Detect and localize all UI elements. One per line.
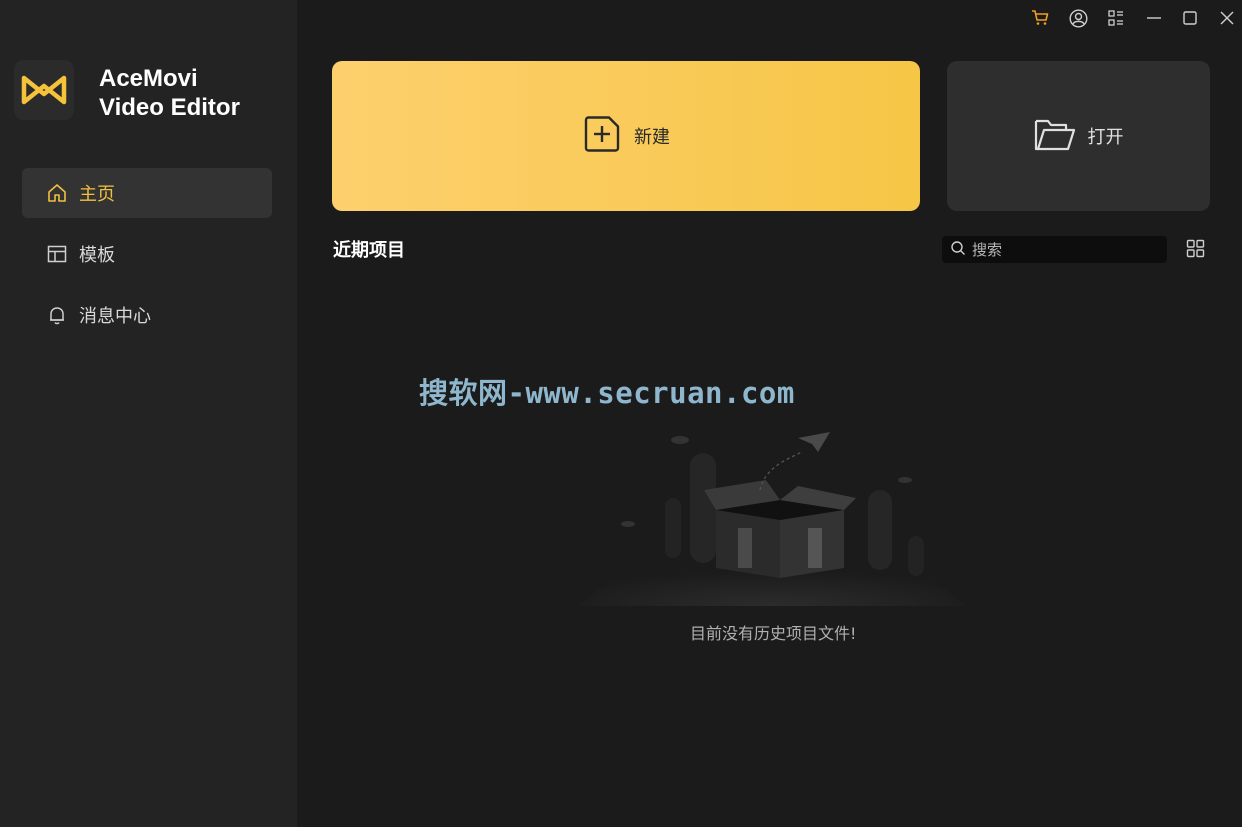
logo-icon: [21, 75, 67, 105]
sidebar: AceMovi Video Editor 主页 模板 消息中心: [0, 0, 297, 827]
watermark: 搜软网-www.secruan.com: [419, 376, 795, 410]
home-icon: [46, 182, 68, 204]
folder-icon: [1034, 116, 1076, 156]
cart-button[interactable]: [1029, 7, 1051, 29]
open-project-button[interactable]: 打开: [947, 61, 1210, 211]
app-title-line1: AceMovi: [99, 65, 198, 92]
close-icon: [1220, 11, 1234, 25]
minimize-button[interactable]: [1143, 7, 1165, 29]
new-file-icon: [582, 114, 622, 158]
apps-icon: [1108, 10, 1123, 26]
grid-view-icon: [1186, 239, 1204, 257]
sidebar-item-label: 模板: [79, 245, 115, 266]
account-button[interactable]: [1067, 7, 1089, 29]
maximize-button[interactable]: [1179, 7, 1201, 29]
template-icon: [46, 243, 68, 265]
sidebar-item-messages[interactable]: 消息中心: [22, 290, 272, 340]
minimize-icon: [1147, 17, 1161, 19]
close-button[interactable]: [1216, 7, 1238, 29]
sidebar-item-label: 主页: [79, 184, 115, 205]
search-input[interactable]: [972, 240, 1152, 259]
empty-state-illustration: [570, 428, 970, 623]
recent-projects-title: 近期项目: [333, 240, 405, 261]
sidebar-item-templates[interactable]: 模板: [22, 229, 272, 279]
account-icon: [1068, 8, 1088, 28]
grid-view-button[interactable]: [1184, 237, 1206, 259]
sidebar-item-home[interactable]: 主页: [22, 168, 272, 218]
apps-button[interactable]: [1105, 7, 1127, 29]
new-project-button[interactable]: 新建: [332, 61, 920, 211]
new-project-label: 新建: [634, 127, 670, 148]
maximize-icon: [1183, 11, 1197, 25]
empty-state-message: 目前没有历史项目文件!: [690, 624, 857, 643]
search-icon: [950, 240, 966, 260]
open-project-label: 打开: [1087, 127, 1124, 148]
bell-icon: [46, 304, 68, 326]
search-box: [942, 236, 1167, 263]
sidebar-item-label: 消息中心: [79, 306, 151, 327]
app-title-line2: Video Editor: [99, 94, 240, 121]
app-title: AceMovi Video Editor: [99, 64, 240, 122]
cart-icon: [1032, 10, 1049, 25]
app-logo: [14, 60, 74, 120]
